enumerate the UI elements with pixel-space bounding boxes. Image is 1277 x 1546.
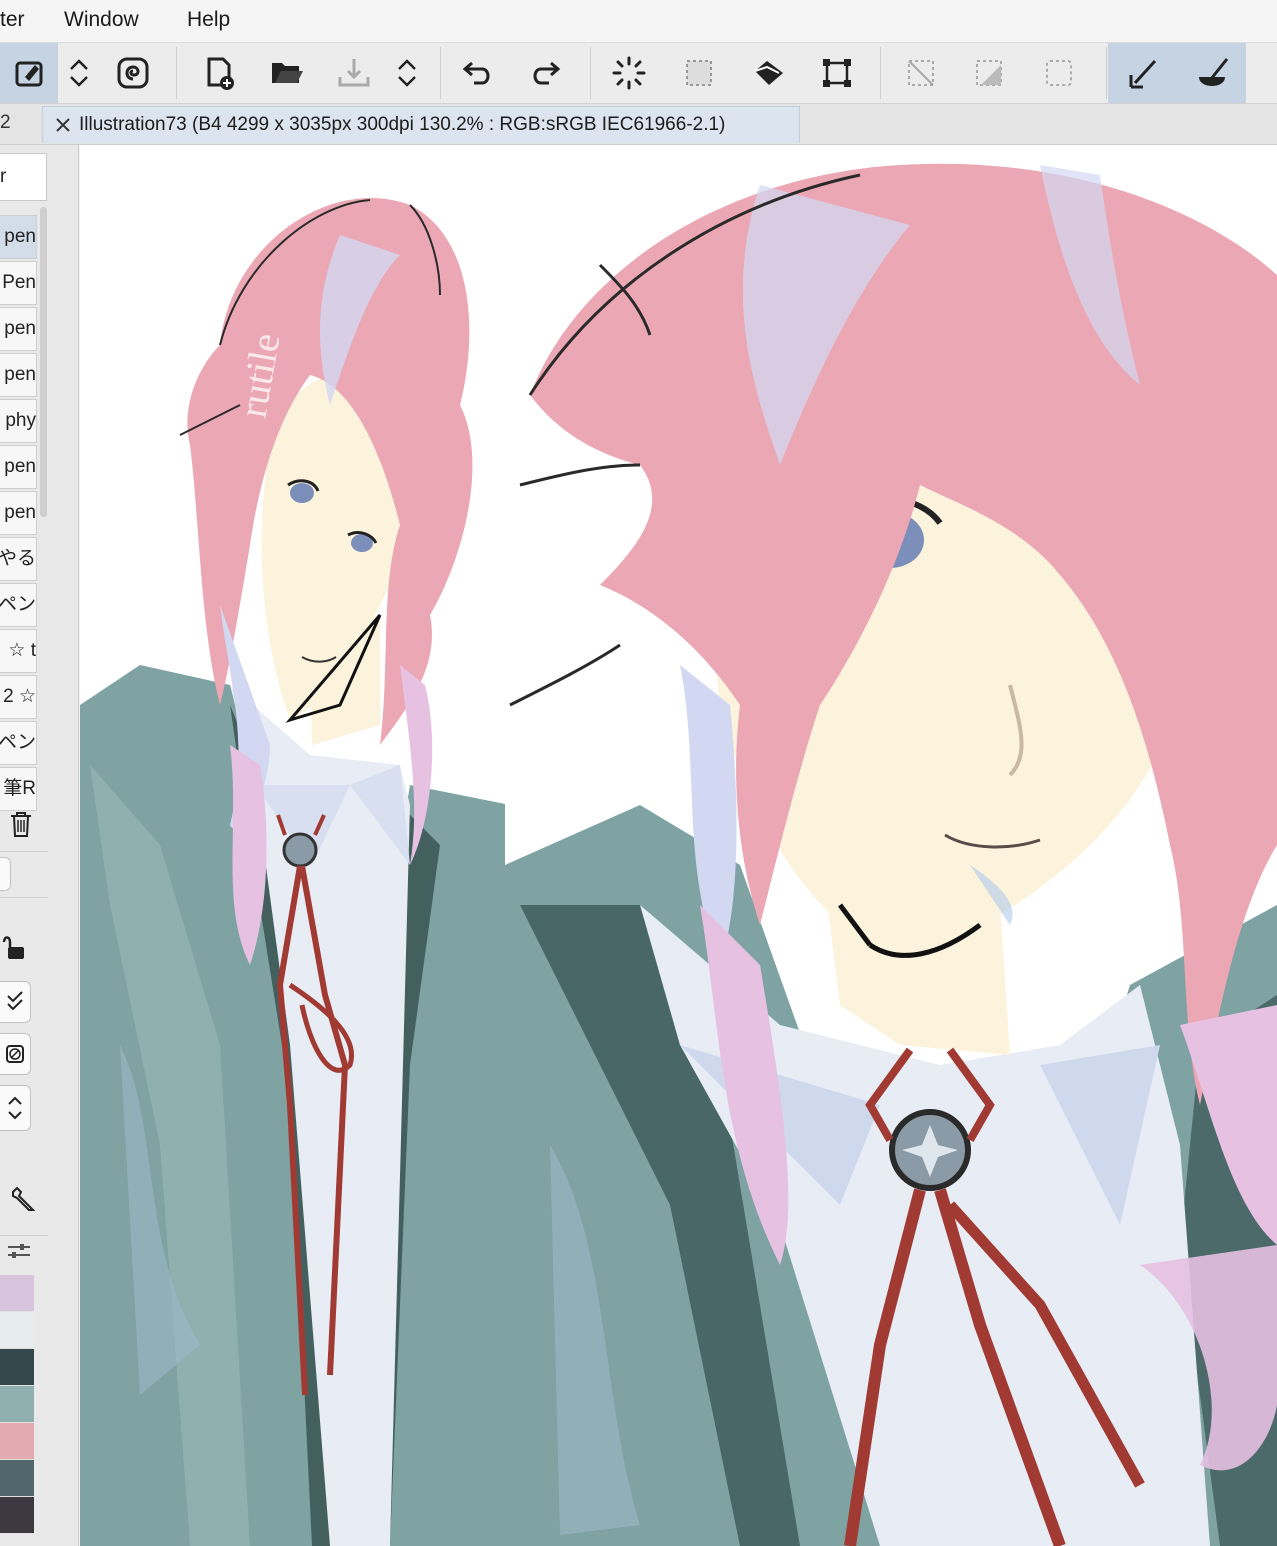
sub-tool-header[interactable]: r (0, 153, 47, 201)
fill-bucket-icon (754, 61, 783, 85)
save-button[interactable] (331, 49, 377, 97)
double-check-icon (7, 991, 23, 1011)
new-document-icon (207, 57, 234, 90)
selection-border-icon (1046, 60, 1072, 86)
document-title: Illustration73 (B4 4299 x 3035px 300dpi … (79, 114, 726, 135)
unlock-icon (2, 936, 24, 959)
menu-bar: ter Window Help (0, 0, 1277, 43)
lock-button[interactable] (0, 929, 30, 967)
brush-item[interactable]: t ☆ (0, 629, 37, 673)
brush-item[interactable]: pen (0, 445, 37, 489)
sub-tool-header-label: r (0, 166, 7, 187)
fill-button[interactable] (746, 49, 792, 97)
color-swatch[interactable] (0, 1460, 34, 1497)
sub-tool-icon (15, 61, 43, 87)
color-swatch[interactable] (0, 1423, 34, 1460)
brush-tool-icon (1199, 58, 1229, 86)
open-button[interactable] (264, 49, 310, 97)
document-tab[interactable]: Illustration73 (B4 4299 x 3035px 300dpi … (42, 106, 800, 143)
brush-item[interactable]: ペン (0, 583, 37, 627)
brush-item[interactable]: ☆ 2 (0, 675, 37, 719)
clear-selection-icon (908, 60, 934, 86)
save-icon (338, 59, 370, 87)
check-toggle[interactable] (0, 981, 31, 1023)
save-stepper[interactable] (384, 49, 430, 97)
sub-tool-panel: r pen Pen pen pen phy pen pen やる ペン t ☆ … (0, 145, 79, 1546)
open-folder-icon (272, 63, 303, 83)
deselect-button[interactable] (676, 49, 722, 97)
updown-icon (8, 1096, 22, 1120)
menu-help[interactable]: Help (187, 8, 230, 32)
command-bar (0, 43, 1277, 104)
brush-item[interactable]: やる (0, 537, 37, 581)
select-dotted-icon (686, 60, 712, 86)
property-tab[interactable] (0, 857, 11, 891)
pen-tool-button[interactable] (1120, 49, 1166, 97)
slash-circle-icon (6, 1045, 24, 1063)
color-swatch[interactable] (0, 1312, 34, 1349)
pen-tool-icon (1129, 59, 1157, 89)
invert-selection-icon (976, 60, 1002, 86)
menu-window[interactable]: Window (64, 8, 139, 32)
brush-item[interactable]: ペン (0, 721, 37, 765)
illustration: rutile (80, 145, 1277, 1546)
tab-index: 2 (0, 112, 11, 133)
drawing-canvas[interactable]: rutile (80, 145, 1277, 1546)
color-swatch[interactable] (0, 1386, 34, 1423)
layer-button[interactable] (110, 49, 156, 97)
selection-border-button[interactable] (1036, 49, 1082, 97)
palette-menu-button[interactable] (4, 1237, 34, 1265)
redo-icon (533, 61, 561, 85)
layer-swirl-icon (117, 57, 149, 89)
figure-closeup (505, 145, 1277, 1546)
select-sparkle-icon (612, 56, 646, 90)
color-swatch[interactable] (0, 1275, 34, 1312)
disable-toggle[interactable] (0, 1033, 31, 1075)
document-tab-bar: 2 Illustration73 (B4 4299 x 3035px 300dp… (0, 104, 1277, 145)
panel-scrollbar[interactable] (40, 207, 47, 517)
select-all-button[interactable] (606, 49, 652, 97)
updown-icon (70, 59, 88, 87)
brush-item[interactable]: pen (0, 307, 37, 351)
settings-button[interactable] (8, 1179, 38, 1217)
wrench-icon (12, 1186, 36, 1211)
sub-tool-stepper[interactable] (56, 49, 102, 97)
brush-item[interactable]: pen (0, 353, 37, 397)
undo-icon (462, 61, 490, 85)
figure-full: rutile (80, 197, 510, 1546)
updown-icon (398, 59, 416, 87)
brush-item[interactable]: pen (0, 491, 37, 535)
close-icon[interactable] (55, 117, 71, 133)
invert-selection-button[interactable] (966, 49, 1012, 97)
color-swatch[interactable] (0, 1349, 34, 1386)
undo-button[interactable] (455, 49, 501, 97)
sub-tool-button[interactable] (0, 43, 58, 103)
redo-button[interactable] (522, 49, 568, 97)
list-settings-icon (8, 1244, 30, 1258)
color-swatch[interactable] (0, 1497, 34, 1534)
clear-outside-button[interactable] (898, 49, 944, 97)
transform-button[interactable] (814, 49, 860, 97)
brush-item[interactable]: phy (0, 399, 37, 443)
delete-button[interactable] (6, 805, 36, 843)
value-stepper[interactable] (0, 1085, 31, 1131)
transform-icon (823, 59, 851, 87)
menu-filter[interactable]: ter (0, 8, 25, 32)
trash-icon (11, 812, 31, 837)
brush-item[interactable]: Pen (0, 261, 37, 305)
brush-tool-button[interactable] (1190, 49, 1236, 97)
new-document-button[interactable] (196, 49, 242, 97)
brush-item[interactable]: pen (0, 215, 37, 259)
